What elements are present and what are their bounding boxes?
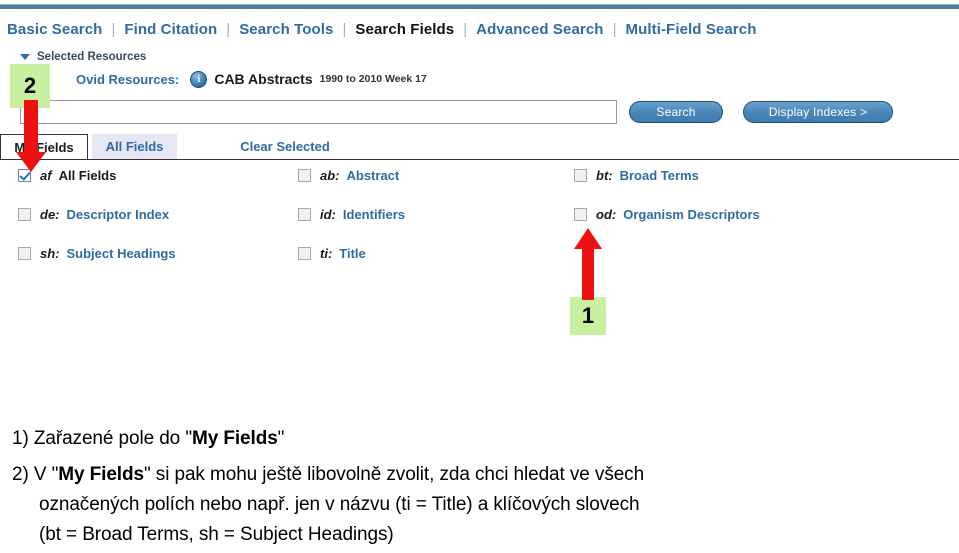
tabs-underline-divider	[0, 159, 959, 160]
field-code: ab:	[320, 168, 340, 183]
checkbox-icon[interactable]	[574, 169, 587, 182]
field-checkbox-od[interactable]: od: Organism Descriptors	[574, 207, 760, 222]
display-indexes-button[interactable]: Display Indexes >	[743, 101, 893, 123]
ovid-resources-row: Ovid Resources: i CAB Abstracts 1990 to …	[0, 68, 959, 90]
top-blue-rule	[0, 4, 959, 9]
field-row: de: Descriptor Index id: Identifiers od:…	[0, 207, 959, 246]
field-checkbox-id[interactable]: id: Identifiers	[298, 207, 405, 222]
selected-resources-section: Selected Resources Ovid Resources: i CAB…	[0, 48, 959, 90]
nav-item-basic-search[interactable]: Basic Search	[0, 21, 111, 38]
nav-item-multi-field-search[interactable]: Multi-Field Search	[616, 21, 765, 38]
caption-line-3: označených polích nebo např. jen v názvu…	[39, 494, 640, 515]
caption-line-1-suffix: "	[277, 428, 285, 449]
caption-line-1: 1) Zařazené pole do "My Fields"	[12, 424, 952, 454]
caption-line-2-suffix: " si pak mohu ještě libovolně zvolit, zd…	[143, 464, 645, 485]
checkbox-icon[interactable]	[298, 169, 311, 182]
main-navigation-bar: Basic Search | Find Citation | Search To…	[0, 16, 959, 42]
nav-item-search-fields[interactable]: Search Fields	[346, 21, 463, 38]
caption-line-2-prefix: 2) V "	[12, 464, 59, 485]
checkbox-icon[interactable]	[18, 208, 31, 221]
checkbox-icon[interactable]	[298, 208, 311, 221]
field-label: Organism Descriptors	[623, 207, 760, 222]
tab-all-fields[interactable]: All Fields	[92, 134, 177, 159]
field-label: Abstract	[346, 168, 400, 183]
nav-item-search-tools[interactable]: Search Tools	[230, 21, 342, 38]
field-code: de:	[40, 207, 60, 222]
field-code: id:	[320, 207, 336, 222]
field-code: sh:	[40, 246, 60, 261]
field-code: od:	[596, 207, 617, 222]
checkbox-icon[interactable]	[18, 247, 31, 260]
field-checkbox-de[interactable]: de: Descriptor Index	[18, 207, 169, 222]
caption-line-2-bold: My Fields	[58, 464, 144, 485]
nav-item-advanced-search[interactable]: Advanced Search	[467, 21, 612, 38]
search-button[interactable]: Search	[629, 101, 723, 123]
field-code: ti:	[320, 246, 333, 261]
caption-block: 1) Zařazené pole do "My Fields" 2) V "My…	[12, 424, 952, 550]
caption-line-1-bold: My Fields	[191, 428, 278, 449]
database-coverage: 1990 to 2010 Week 17	[319, 73, 427, 85]
field-label: Broad Terms	[619, 168, 699, 183]
field-label: Title	[339, 246, 366, 261]
selected-resources-header[interactable]: Selected Resources	[0, 48, 959, 65]
arrow-up-icon	[574, 228, 602, 300]
info-icon[interactable]: i	[190, 70, 208, 88]
field-checkbox-ti[interactable]: ti: Title	[298, 246, 366, 261]
triangle-down-icon[interactable]	[20, 53, 30, 60]
search-row: Search Display Indexes >	[0, 100, 959, 126]
selected-resources-label: Selected Resources	[37, 50, 147, 63]
annotation-badge-1: 1	[570, 297, 606, 335]
field-checkbox-ab[interactable]: ab: Abstract	[298, 168, 399, 183]
field-label: All Fields	[58, 168, 117, 183]
caption-item-2: 2) V "My Fields" si pak mohu ještě libov…	[12, 460, 952, 550]
caption-line-2: 2) V "My Fields" si pak mohu ještě libov…	[12, 460, 952, 490]
checkbox-icon[interactable]	[574, 208, 587, 221]
ovid-resources-label: Ovid Resources:	[76, 71, 180, 87]
search-fields-panel: af All Fields ab: Abstract bt: Broad Ter…	[0, 168, 959, 285]
caption-line-1-prefix: 1) Zařazené pole do "	[12, 428, 192, 449]
field-row: af All Fields ab: Abstract bt: Broad Ter…	[0, 168, 959, 207]
field-tabs: My Fields All Fields Clear Selected	[0, 134, 959, 160]
field-checkbox-sh[interactable]: sh: Subject Headings	[18, 246, 176, 261]
field-label: Subject Headings	[66, 246, 176, 261]
nav-item-find-citation[interactable]: Find Citation	[115, 21, 226, 38]
arrow-down-icon	[16, 100, 46, 172]
checkbox-icon[interactable]	[298, 247, 311, 260]
field-checkbox-bt[interactable]: bt: Broad Terms	[574, 168, 699, 183]
field-label: Identifiers	[342, 207, 406, 222]
search-input[interactable]	[20, 100, 617, 124]
field-label: Descriptor Index	[66, 207, 170, 222]
caption-line-4: (bt = Broad Terms, sh = Subject Headings…	[39, 524, 394, 545]
tab-clear-selected[interactable]: Clear Selected	[210, 134, 360, 159]
field-code: bt:	[596, 168, 613, 183]
field-row: sh: Subject Headings ti: Title	[0, 246, 959, 285]
database-name: CAB Abstracts	[214, 71, 313, 87]
